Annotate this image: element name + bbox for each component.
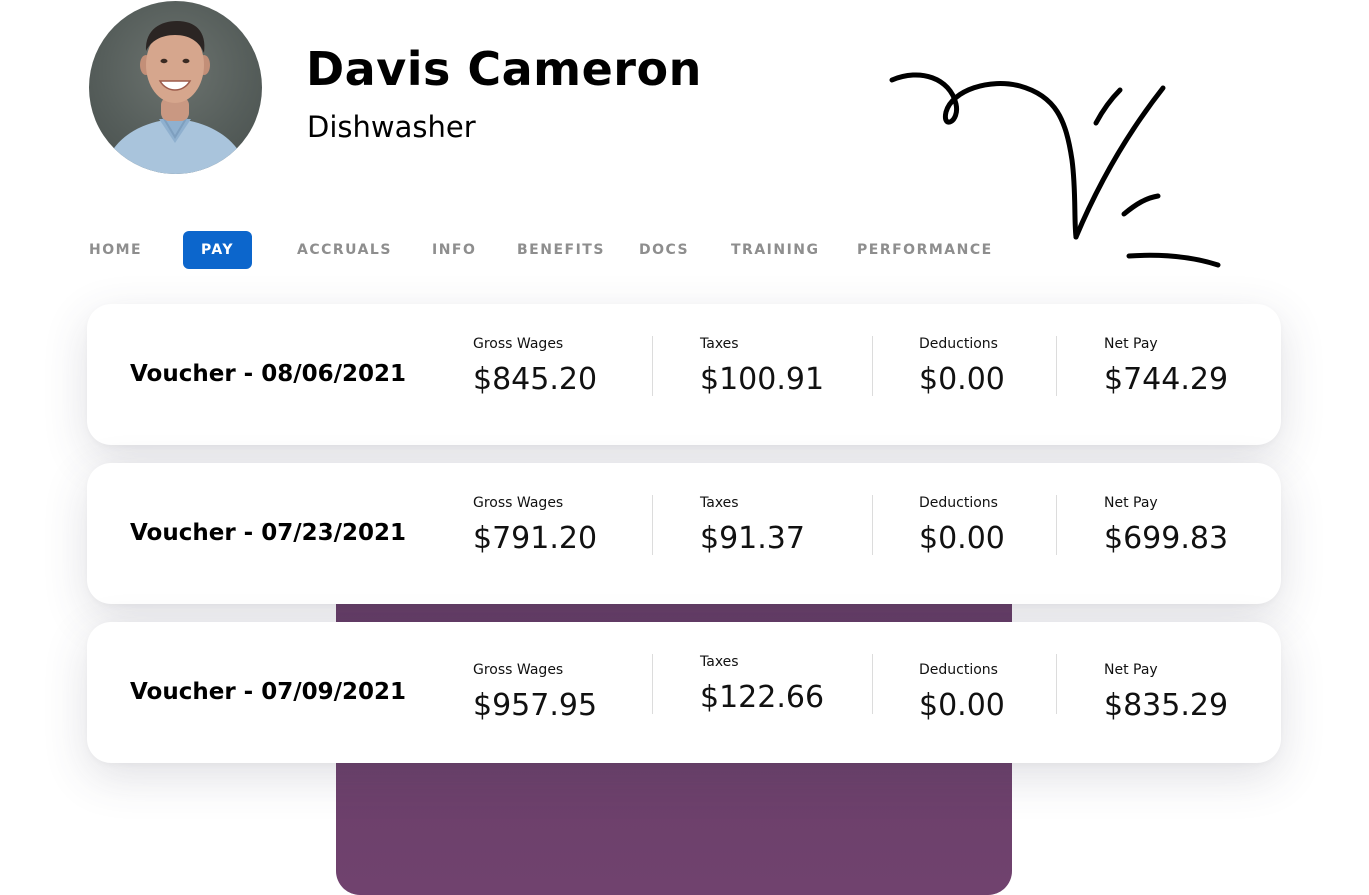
deductions-value: $0.00 <box>919 688 1005 723</box>
gross-wages-label: Gross Wages <box>473 495 564 511</box>
net-pay-value: $835.29 <box>1104 688 1229 723</box>
net-pay-label: Net Pay <box>1104 336 1158 352</box>
profile-photo-icon <box>103 21 249 174</box>
deductions-label: Deductions <box>919 495 998 511</box>
taxes-value: $100.91 <box>700 362 825 397</box>
tab-benefits[interactable]: BENEFITS <box>517 231 605 269</box>
column-divider <box>872 654 873 714</box>
column-divider <box>652 654 653 714</box>
column-divider <box>1056 495 1057 555</box>
voucher-card[interactable]: Voucher - 07/23/2021 Gross Wages $791.20… <box>87 463 1281 604</box>
column-divider <box>872 495 873 555</box>
gross-wages-value: $957.95 <box>473 688 598 723</box>
tab-home[interactable]: HOME <box>89 231 142 269</box>
gross-wages-label: Gross Wages <box>473 336 564 352</box>
employee-role: Dishwasher <box>307 110 476 144</box>
taxes-value: $122.66 <box>700 680 825 715</box>
voucher-title: Voucher - 08/06/2021 <box>130 361 407 387</box>
column-divider <box>1056 336 1057 396</box>
nav-tabs: HOME PAY ACCRUALS INFO BENEFITS DOCS TRA… <box>0 231 1100 269</box>
tab-performance[interactable]: PERFORMANCE <box>857 231 993 269</box>
tab-training[interactable]: TRAINING <box>731 231 820 269</box>
column-divider <box>652 336 653 396</box>
column-divider <box>652 495 653 555</box>
tab-docs[interactable]: DOCS <box>639 231 689 269</box>
taxes-label: Taxes <box>700 336 739 352</box>
tab-accruals[interactable]: ACCRUALS <box>297 231 392 269</box>
deductions-label: Deductions <box>919 336 998 352</box>
gross-wages-label: Gross Wages <box>473 662 564 678</box>
gross-wages-value: $845.20 <box>473 362 598 397</box>
taxes-label: Taxes <box>700 495 739 511</box>
employee-name: Davis Cameron <box>306 42 702 96</box>
taxes-value: $91.37 <box>700 521 805 556</box>
voucher-title: Voucher - 07/09/2021 <box>130 679 407 705</box>
deductions-label: Deductions <box>919 662 998 678</box>
gross-wages-value: $791.20 <box>473 521 598 556</box>
net-pay-label: Net Pay <box>1104 662 1158 678</box>
column-divider <box>1056 654 1057 714</box>
net-pay-label: Net Pay <box>1104 495 1158 511</box>
tab-pay[interactable]: PAY <box>183 231 252 269</box>
net-pay-value: $744.29 <box>1104 362 1229 397</box>
voucher-title: Voucher - 07/23/2021 <box>130 520 407 546</box>
taxes-label: Taxes <box>700 654 739 670</box>
tab-info[interactable]: INFO <box>432 231 476 269</box>
net-pay-value: $699.83 <box>1104 521 1229 556</box>
deductions-value: $0.00 <box>919 362 1005 397</box>
deductions-value: $0.00 <box>919 521 1005 556</box>
avatar <box>89 1 262 174</box>
column-divider <box>872 336 873 396</box>
voucher-card[interactable]: Voucher - 08/06/2021 Gross Wages $845.20… <box>87 304 1281 445</box>
voucher-card[interactable]: Voucher - 07/09/2021 Gross Wages $957.95… <box>87 622 1281 763</box>
